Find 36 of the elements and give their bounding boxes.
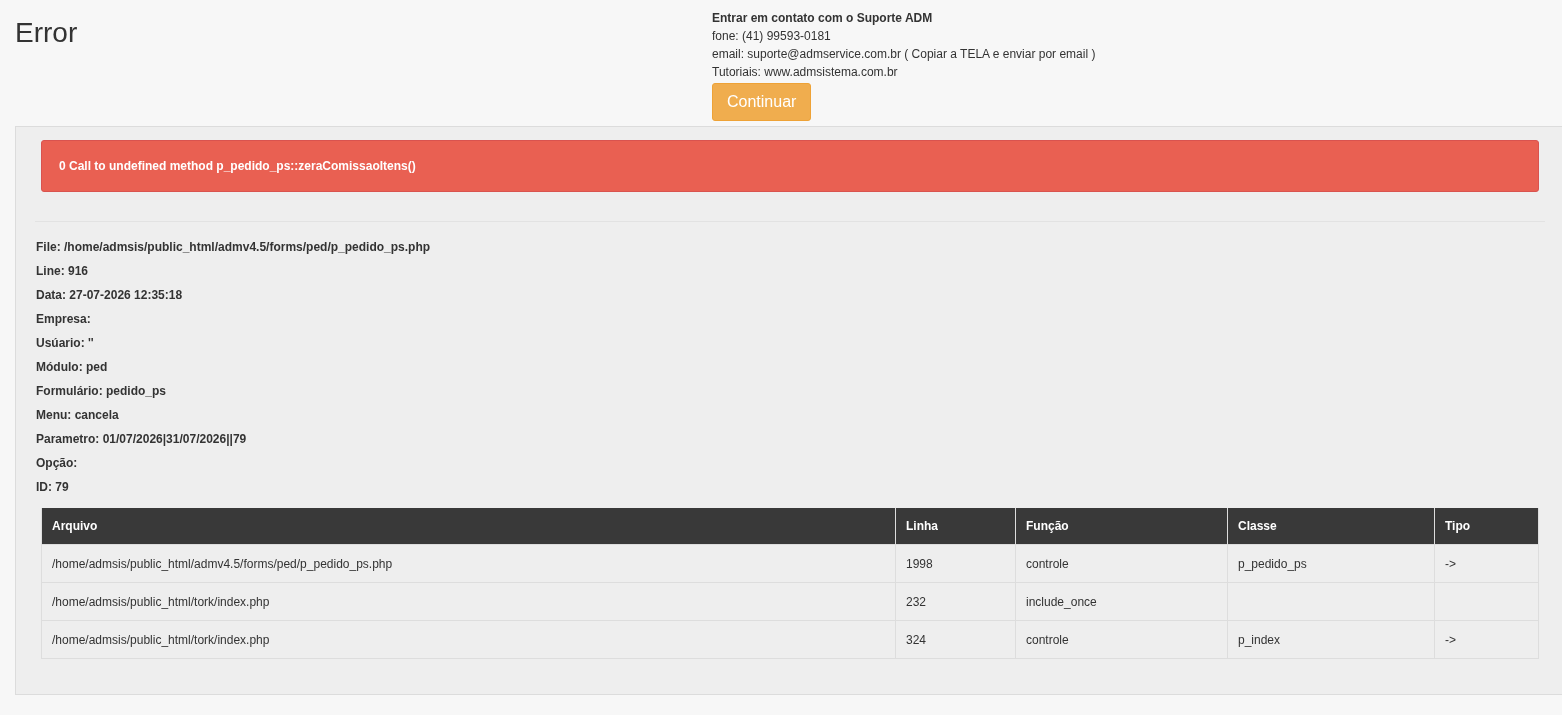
detail-text: Usúario: '' bbox=[36, 335, 95, 352]
page-title: Error bbox=[15, 16, 79, 50]
table-cell: controle bbox=[1015, 544, 1228, 583]
table-cell: /home/admsis/public_html/admv4.5/forms/ped/p_pedido_ps.php bbox=[41, 544, 896, 583]
column-header: Arquivo bbox=[41, 508, 896, 545]
table-cell: /home/admsis/public_html/tork/index.php bbox=[41, 582, 896, 621]
detail-text: Empresa: bbox=[36, 311, 92, 328]
detail-text: Line: 916 bbox=[36, 263, 90, 280]
contact-heading: Entrar em contato com o Suporte ADM bbox=[712, 10, 934, 27]
contact-info: Tutoriais: www.admsistema.com.br bbox=[712, 64, 899, 81]
table-cell: 232 bbox=[895, 582, 1016, 621]
detail-text: Opção: bbox=[36, 455, 79, 472]
detail-text: Menu: cancela bbox=[36, 407, 120, 424]
table-cell: -> bbox=[1434, 544, 1539, 583]
column-header: Função bbox=[1015, 508, 1228, 545]
column-header: Linha bbox=[895, 508, 1016, 545]
detail-text: File: /home/admsis/public_html/admv4.5/forms/ped/p_pedido_ps.php bbox=[36, 239, 432, 256]
detail-text: Parametro: 01/07/2026|31/07/2026||79 bbox=[36, 431, 248, 448]
column-header: Classe bbox=[1227, 508, 1435, 545]
detail-text: Formulário: pedido_ps bbox=[36, 383, 167, 400]
detail-text: ID: 79 bbox=[36, 479, 70, 496]
table-cell: /home/admsis/public_html/tork/index.php bbox=[41, 620, 896, 659]
table-cell: controle bbox=[1015, 620, 1228, 659]
table-cell: 324 bbox=[895, 620, 1016, 659]
column-header: Tipo bbox=[1434, 508, 1539, 545]
table-cell: p_index bbox=[1227, 620, 1435, 659]
table-cell: include_once bbox=[1015, 582, 1228, 621]
table-cell: -> bbox=[1434, 620, 1539, 659]
table-cell: 1998 bbox=[895, 544, 1016, 583]
continue-button[interactable]: Continuar bbox=[712, 83, 812, 121]
contact-info: fone: (41) 99593-0181 bbox=[712, 28, 832, 45]
table-cell: p_pedido_ps bbox=[1227, 544, 1435, 583]
error-alert: 0 Call to undefined method p_pedido_ps::zeraComissaoItens() bbox=[41, 140, 1539, 192]
detail-text: Data: 27-07-2026 12:35:18 bbox=[36, 287, 184, 304]
contact-info: email: suporte@admservice.com.br ( Copiar a TELA e enviar por email ) bbox=[712, 46, 1096, 63]
detail-text: Módulo: ped bbox=[36, 359, 109, 376]
